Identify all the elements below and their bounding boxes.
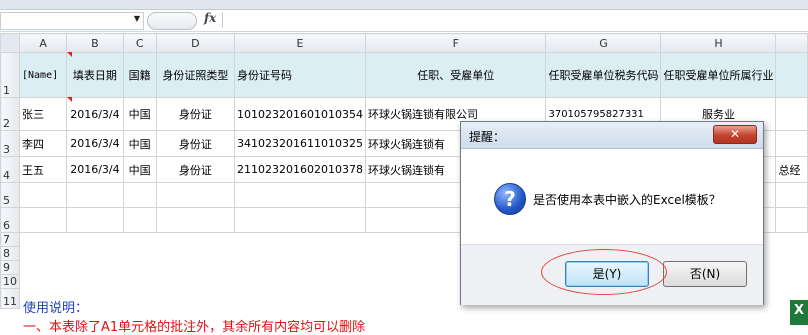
table-cell[interactable]: [66, 207, 124, 233]
chevron-down-icon[interactable]: ▼: [134, 14, 140, 23]
table-cell[interactable]: 211023201602010378: [234, 156, 366, 183]
table-cell[interactable]: [122, 207, 157, 233]
table-cell[interactable]: 张三: [18, 97, 68, 131]
table-cell[interactable]: [122, 182, 157, 208]
header-cell-i[interactable]: [775, 52, 808, 98]
dialog-title: 提醒：: [469, 130, 506, 144]
column-header-c[interactable]: C: [122, 33, 157, 53]
comment-indicator[interactable]: [67, 52, 72, 57]
row-header[interactable]: 8: [0, 246, 20, 261]
header-cell-id-type[interactable]: 身份证照类型: [155, 52, 236, 98]
header-cell-industry[interactable]: 任职受雇单位所属行业: [660, 52, 777, 98]
close-button[interactable]: ✕: [713, 125, 757, 144]
formula-input[interactable]: [222, 12, 808, 28]
select-all-corner[interactable]: [0, 33, 20, 53]
table-cell[interactable]: 中国: [122, 156, 157, 183]
column-header-d[interactable]: D: [155, 33, 236, 53]
table-cell[interactable]: 341023201611010325: [234, 130, 366, 157]
column-header-f[interactable]: F: [364, 33, 547, 53]
no-button[interactable]: 否(N): [663, 261, 747, 287]
column-header-e[interactable]: E: [234, 33, 366, 53]
table-cell[interactable]: 2016/3/4: [66, 97, 124, 131]
excel-icon[interactable]: X: [790, 300, 808, 325]
header-cell-date[interactable]: 填表日期: [66, 52, 124, 98]
column-header-a[interactable]: A: [18, 33, 68, 53]
table-cell[interactable]: 2016/3/4: [66, 156, 124, 183]
ribbon-strip: [0, 0, 808, 10]
header-cell-tax-code[interactable]: 任职受雇单位税务代码: [545, 52, 662, 98]
formula-bar-controls[interactable]: [147, 12, 197, 30]
table-cell[interactable]: 总经: [775, 156, 808, 183]
row-header[interactable]: 7: [0, 232, 20, 247]
header-cell-id-number[interactable]: 身份证号码: [234, 52, 366, 98]
column-header-h[interactable]: H: [660, 33, 777, 53]
usage-notes-line: 一、本表除了A1单元格的批注外，其余所有内容均可以删除: [23, 320, 366, 335]
table-cell[interactable]: 身份证: [155, 156, 236, 183]
usage-notes-title: 使用说明：: [23, 301, 89, 316]
table-cell[interactable]: 中国: [122, 97, 157, 131]
header-cell-nationality[interactable]: 国籍: [122, 52, 157, 98]
table-cell[interactable]: [775, 207, 808, 233]
table-cell[interactable]: [18, 207, 68, 233]
question-icon: ?: [494, 183, 526, 215]
formula-bar: ▼ fx: [0, 10, 808, 32]
table-cell[interactable]: [775, 130, 808, 157]
table-cell[interactable]: 中国: [122, 130, 157, 157]
row-header[interactable]: 9: [0, 260, 20, 275]
table-cell[interactable]: 101023201601010354: [234, 97, 366, 131]
name-box[interactable]: ▼: [0, 12, 144, 30]
dialog-body: ? 是否使用本表中嵌入的Excel模板？: [461, 149, 763, 244]
table-cell[interactable]: [775, 182, 808, 208]
table-cell[interactable]: [775, 97, 808, 131]
dialog-message: 是否使用本表中嵌入的Excel模板？: [533, 193, 721, 207]
table-cell[interactable]: [18, 182, 68, 208]
column-header-g[interactable]: G: [545, 33, 662, 53]
column-header-i[interactable]: [775, 33, 808, 53]
row-header[interactable]: 3: [0, 130, 20, 157]
row-header[interactable]: 2: [0, 97, 20, 131]
row-header[interactable]: 10: [0, 274, 20, 289]
dialog-titlebar[interactable]: 提醒： ✕: [461, 122, 763, 149]
header-cell-name[interactable]: [Name]: [18, 52, 68, 98]
table-cell[interactable]: 身份证: [155, 130, 236, 157]
row-header[interactable]: 4: [0, 156, 20, 183]
row-header[interactable]: 11: [0, 288, 20, 309]
table-cell[interactable]: 2016/3/4: [66, 130, 124, 157]
table-cell[interactable]: [234, 182, 366, 208]
row-header[interactable]: 1: [0, 52, 20, 98]
column-header-b[interactable]: B: [66, 33, 124, 53]
highlight-ellipse: [541, 249, 667, 295]
table-cell[interactable]: [234, 207, 366, 233]
table-cell[interactable]: 王五: [18, 156, 68, 183]
table-cell[interactable]: [155, 207, 236, 233]
table-cell[interactable]: [66, 182, 124, 208]
comment-indicator[interactable]: [67, 97, 72, 102]
insert-function-icon[interactable]: fx: [204, 11, 216, 25]
table-cell[interactable]: 身份证: [155, 97, 236, 131]
row-header[interactable]: 6: [0, 207, 20, 233]
table-cell[interactable]: [155, 182, 236, 208]
table-cell[interactable]: 李四: [18, 130, 68, 157]
header-cell-employer[interactable]: 任职、受雇单位: [364, 52, 547, 98]
row-header[interactable]: 5: [0, 182, 20, 208]
